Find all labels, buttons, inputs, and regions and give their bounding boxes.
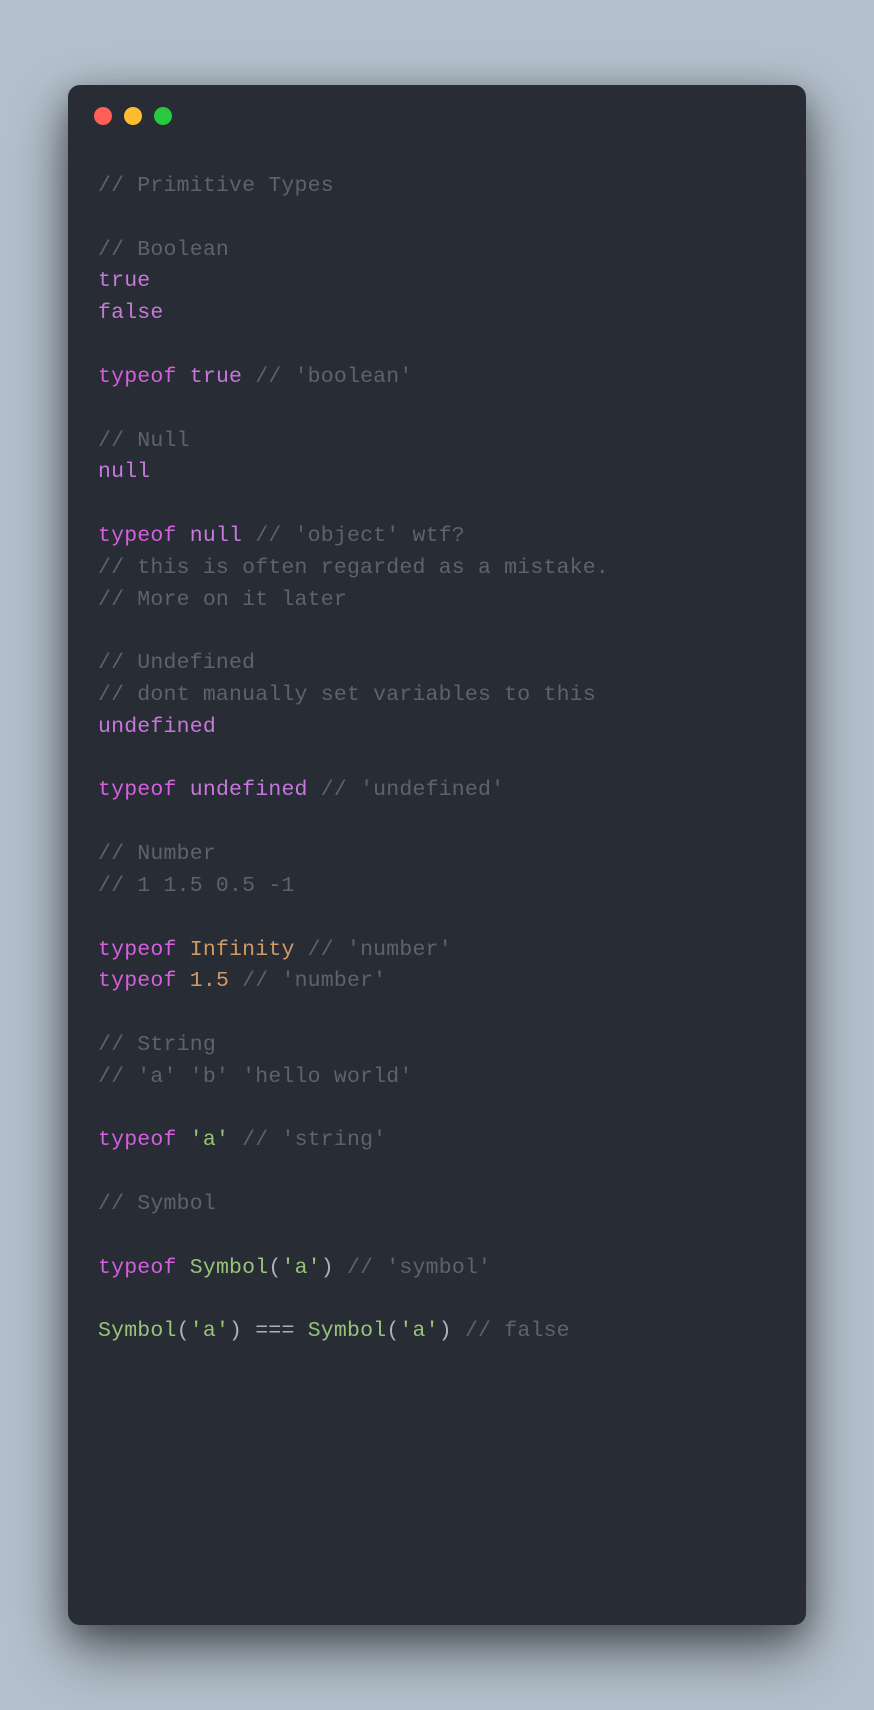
code-space bbox=[242, 524, 255, 548]
code-space bbox=[295, 938, 308, 962]
code-keyword: false bbox=[98, 301, 164, 325]
code-space bbox=[177, 778, 190, 802]
code-function: Symbol bbox=[98, 1319, 177, 1343]
code-string: 'a' bbox=[190, 1128, 229, 1152]
code-comment: // 'string' bbox=[242, 1128, 386, 1152]
code-paren: ) bbox=[229, 1319, 242, 1343]
code-comment: // false bbox=[465, 1319, 570, 1343]
code-operator: === bbox=[255, 1319, 294, 1343]
maximize-icon[interactable] bbox=[154, 107, 172, 125]
code-space bbox=[452, 1319, 465, 1343]
code-typeof: typeof bbox=[98, 365, 177, 389]
code-string: 'a' bbox=[281, 1256, 320, 1280]
code-comment: // 'number' bbox=[308, 938, 452, 962]
code-comment: // Symbol bbox=[98, 1192, 216, 1216]
code-space bbox=[242, 1319, 255, 1343]
close-icon[interactable] bbox=[94, 107, 112, 125]
code-space bbox=[177, 524, 190, 548]
code-comment: // Null bbox=[98, 429, 190, 453]
minimize-icon[interactable] bbox=[124, 107, 142, 125]
code-content: // Primitive Types // Boolean true false… bbox=[68, 125, 806, 1378]
code-paren: ) bbox=[439, 1319, 452, 1343]
code-typeof: typeof bbox=[98, 1256, 177, 1280]
code-function: Symbol bbox=[308, 1319, 387, 1343]
code-paren: ) bbox=[321, 1256, 334, 1280]
code-space bbox=[334, 1256, 347, 1280]
code-comment: // Primitive Types bbox=[98, 174, 334, 198]
code-keyword: true bbox=[98, 269, 150, 293]
code-space bbox=[177, 938, 190, 962]
code-space bbox=[295, 1319, 308, 1343]
code-typeof: typeof bbox=[98, 778, 177, 802]
code-comment: // 'number' bbox=[242, 969, 386, 993]
code-space bbox=[308, 778, 321, 802]
code-space bbox=[229, 969, 242, 993]
code-constant: Infinity bbox=[190, 938, 295, 962]
code-function: Symbol bbox=[190, 1256, 269, 1280]
code-space bbox=[177, 969, 190, 993]
code-paren: ( bbox=[177, 1319, 190, 1343]
code-comment: // String bbox=[98, 1033, 216, 1057]
code-paren: ( bbox=[268, 1256, 281, 1280]
code-comment: // 'symbol' bbox=[347, 1256, 491, 1280]
code-keyword: null bbox=[190, 524, 242, 548]
code-space bbox=[177, 1128, 190, 1152]
code-comment: // Boolean bbox=[98, 238, 229, 262]
code-keyword: undefined bbox=[98, 715, 216, 739]
code-comment: // 'object' wtf? bbox=[255, 524, 465, 548]
code-comment: // More on it later bbox=[98, 588, 347, 612]
code-window: // Primitive Types // Boolean true false… bbox=[68, 85, 806, 1625]
code-keyword: true bbox=[190, 365, 242, 389]
code-comment: // 'undefined' bbox=[321, 778, 504, 802]
code-comment: // dont manually set variables to this bbox=[98, 683, 596, 707]
code-paren: ( bbox=[386, 1319, 399, 1343]
code-comment: // 'boolean' bbox=[255, 365, 412, 389]
code-comment: // 1 1.5 0.5 -1 bbox=[98, 874, 295, 898]
code-keyword: null bbox=[98, 460, 150, 484]
code-space bbox=[229, 1128, 242, 1152]
code-string: 'a' bbox=[399, 1319, 438, 1343]
code-space bbox=[242, 365, 255, 389]
code-space bbox=[177, 1256, 190, 1280]
code-typeof: typeof bbox=[98, 1128, 177, 1152]
code-typeof: typeof bbox=[98, 969, 177, 993]
code-comment: // 'a' 'b' 'hello world' bbox=[98, 1065, 412, 1089]
code-comment: // Number bbox=[98, 842, 216, 866]
code-typeof: typeof bbox=[98, 524, 177, 548]
code-space bbox=[177, 365, 190, 389]
code-string: 'a' bbox=[190, 1319, 229, 1343]
window-titlebar bbox=[68, 85, 806, 125]
code-keyword: undefined bbox=[190, 778, 308, 802]
code-typeof: typeof bbox=[98, 938, 177, 962]
code-comment: // this is often regarded as a mistake. bbox=[98, 556, 609, 580]
code-number: 1.5 bbox=[190, 969, 229, 993]
code-comment: // Undefined bbox=[98, 651, 255, 675]
